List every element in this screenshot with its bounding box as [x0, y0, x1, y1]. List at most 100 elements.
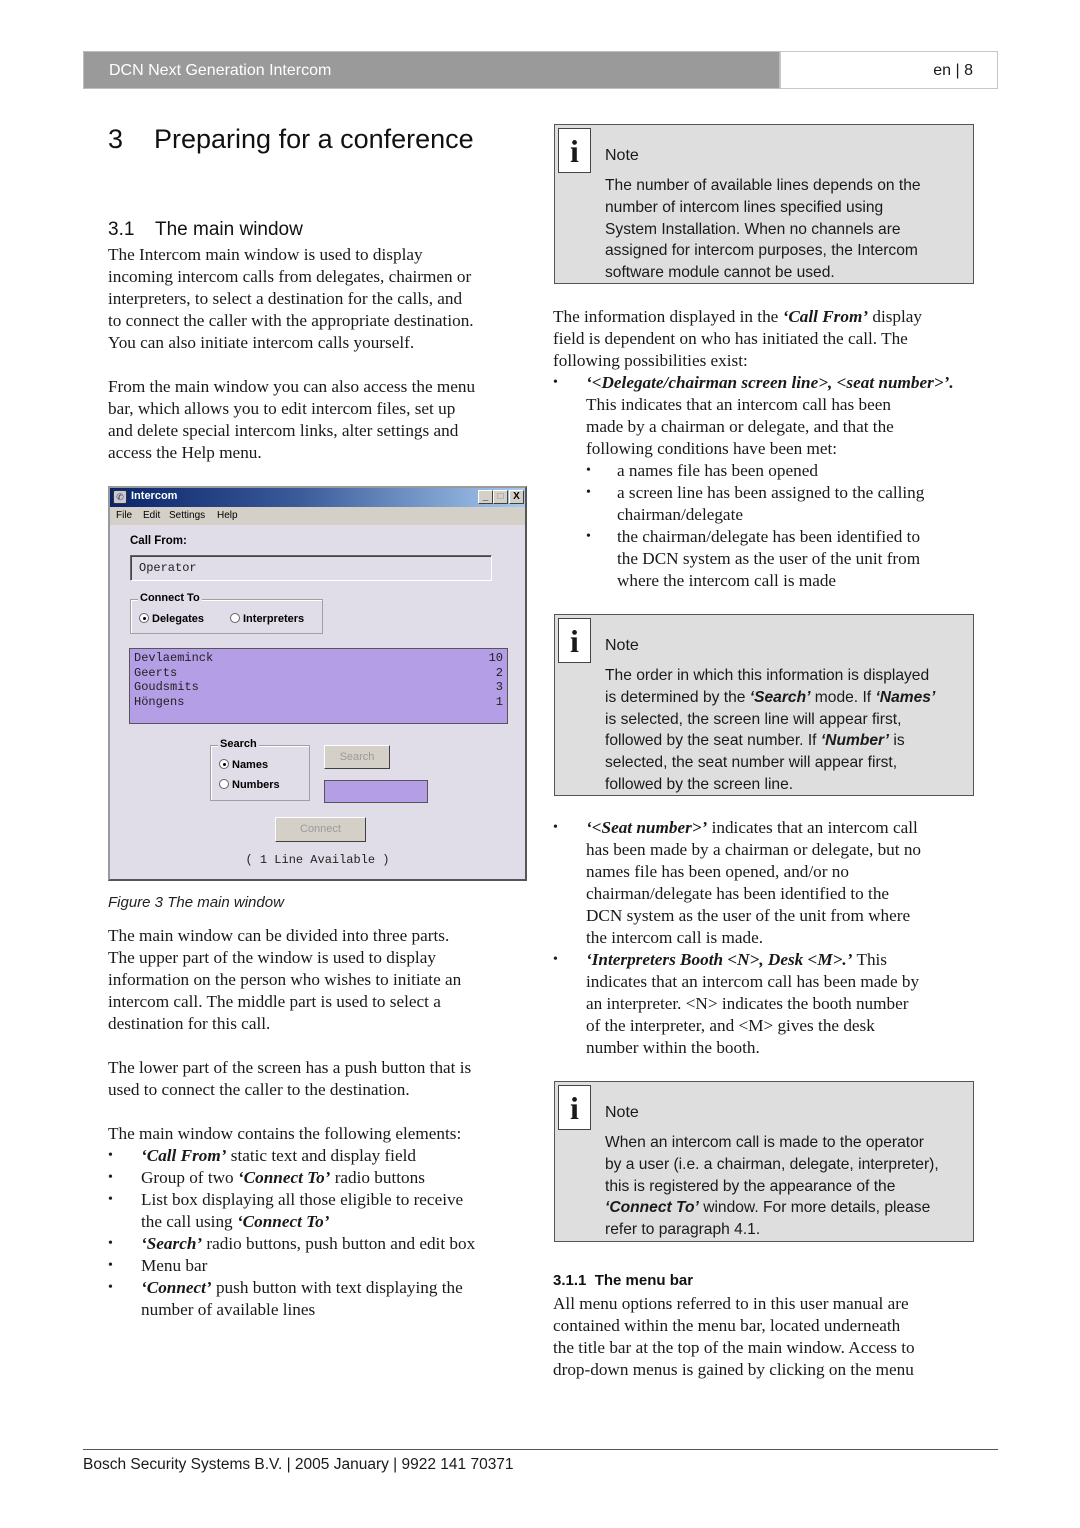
header-title-band: DCN Next Generation Intercom	[83, 51, 780, 89]
list-item-seat: 1	[495, 694, 503, 709]
intro-paragraph: The Intercom main window is used to disp…	[108, 244, 474, 354]
list-item: a names file has been opened	[586, 460, 954, 482]
text-line: made by a chairman or delegate, and that…	[586, 417, 894, 436]
note-title: Note	[605, 1104, 639, 1121]
text-line: From the main window you can also access…	[108, 377, 476, 396]
list-item: ‘Connect’ push button with text displayi…	[108, 1277, 475, 1321]
text-line: drop-down menus is gained by clicking on…	[553, 1360, 914, 1379]
list-item-seat: 10	[488, 651, 503, 665]
emphasis: ‘Connect’	[141, 1278, 212, 1297]
note-title: Note	[605, 637, 639, 654]
text-line: refer to paragraph 4.1.	[605, 1221, 761, 1239]
menu-bar-paragraph: All menu options referred to in this use…	[553, 1293, 915, 1381]
radio-numbers[interactable]: Numbers	[219, 779, 280, 791]
menu-file[interactable]: File	[116, 510, 132, 521]
text-line: the chairman/delegate has been identifie…	[617, 527, 921, 546]
note-box-lines: i Note The number of available lines dep…	[554, 124, 974, 284]
close-button[interactable]: X	[509, 490, 524, 504]
list-item: Menu bar	[108, 1255, 475, 1277]
window-titlebar[interactable]: ✆ Intercom _ □ X	[110, 488, 525, 507]
menu-edit[interactable]: Edit	[143, 510, 160, 521]
list-item: ‘Interpreters Booth <N>, Desk <M>.’ This…	[553, 949, 921, 1059]
text-line: number of available lines	[141, 1300, 316, 1319]
text-line: this is registered by the appearance of …	[605, 1177, 896, 1195]
text-line: following possibilities exist:	[553, 351, 748, 370]
text-line: names file has been opened, and/or no	[586, 862, 849, 881]
emphasis: ‘<Seat number>’	[586, 818, 708, 837]
note-box-operator: i Note When an intercom call is made to …	[554, 1081, 974, 1242]
emphasis: ‘Connect To’	[236, 1212, 330, 1231]
intercom-app-icon: ✆	[113, 490, 127, 504]
note-title: Note	[605, 147, 639, 164]
text-line: The main window can be divided into thre…	[108, 926, 450, 945]
note-body: The number of available lines depends on…	[605, 175, 921, 284]
radio-delegates[interactable]: Delegates	[139, 613, 204, 625]
text-line: The lower part of the screen has a push …	[108, 1058, 472, 1077]
emphasis: ‘Number’	[820, 732, 890, 750]
chapter-number: 3	[108, 124, 124, 154]
text-line: The upper part of the window is used to …	[108, 948, 436, 967]
list-item: ‘Search’ radio buttons, push button and …	[108, 1233, 475, 1255]
text-line: ‘Connect To’ window. For more details, p…	[605, 1199, 931, 1217]
text-line: ‘Interpreters Booth <N>, Desk <M>.’ This	[586, 950, 887, 969]
call-from-info-paragraph: The information displayed in the ‘Call F…	[553, 306, 922, 372]
menu-help[interactable]: Help	[217, 510, 238, 521]
text-line: ‘Call From’ static text and display fiel…	[141, 1146, 416, 1165]
list-item[interactable]: Devlaeminck 10	[134, 651, 503, 666]
text-line: the intercom call is made.	[586, 928, 764, 947]
text-line: to connect the caller with the appropria…	[108, 311, 474, 330]
elements-intro: The main window contains the following e…	[108, 1124, 462, 1143]
text-line: used to connect the caller to the destin…	[108, 1080, 410, 1099]
text-line: destination for this call.	[108, 1014, 271, 1033]
list-item: Group of two ‘Connect To’ radio buttons	[108, 1167, 475, 1189]
minimize-button[interactable]: _	[478, 490, 493, 504]
section-title: The main window	[155, 219, 303, 240]
connect-button[interactable]: Connect	[275, 817, 366, 842]
search-edit-box[interactable]	[324, 780, 428, 803]
note-body: The order in which this information is d…	[605, 665, 935, 796]
list-item: ‘Call From’ static text and display fiel…	[108, 1145, 475, 1167]
text-line: software module cannot be used.	[605, 264, 835, 282]
text-line: is selected, the screen line will appear…	[605, 710, 902, 728]
text-line: ‘<Seat number>’ indicates that an interc…	[586, 818, 918, 837]
list-item[interactable]: Höngens 1	[134, 695, 503, 710]
radio-names[interactable]: Names	[219, 759, 268, 771]
subsection-title: The menu bar	[594, 1272, 694, 1289]
emphasis: ‘Call From’	[141, 1146, 227, 1165]
text-line: the DCN system as the user of the unit f…	[617, 549, 921, 568]
search-button[interactable]: Search	[324, 745, 390, 769]
text-line: assigned for intercom purposes, the Inte…	[605, 242, 918, 260]
chapter-title: Preparing for a conference	[154, 124, 474, 154]
info-icon: i	[558, 618, 591, 663]
emphasis: ‘Names’	[875, 688, 936, 706]
menu-settings[interactable]: Settings	[169, 510, 205, 521]
text-line: is determined by the ‘Search’ mode. If ‘…	[605, 688, 936, 706]
list-item[interactable]: Geerts 2	[134, 666, 503, 681]
text-line: a names file has been opened	[617, 461, 818, 480]
text-line: System Installation. When no channels ar…	[605, 220, 901, 238]
radio-unselected-icon	[219, 779, 229, 789]
possibility-list-2: ‘<Seat number>’ indicates that an interc…	[553, 817, 921, 1059]
radio-interpreters[interactable]: Interpreters	[230, 613, 304, 625]
text-line: an interpreter. <N> indicates the booth …	[586, 994, 909, 1013]
text-line: When an intercom call is made to the ope…	[605, 1134, 924, 1151]
text-line: Group of two ‘Connect To’ radio buttons	[141, 1168, 425, 1187]
subsection-heading: 3.1.1 The menu bar	[553, 1272, 693, 1289]
text-line: The Intercom main window is used to disp…	[108, 245, 423, 264]
text-line: ‘Search’ radio buttons, push button and …	[141, 1234, 476, 1253]
possibility-list-1: ‘<Delegate/chairman screen line>, <seat …	[553, 372, 954, 592]
text-line: number of intercom lines specified using	[605, 198, 884, 216]
list-item[interactable]: Goudsmits 3	[134, 680, 503, 695]
note-box-order: i Note The order in which this informati…	[554, 614, 974, 796]
text-line: This indicates that an intercom call has…	[586, 395, 891, 414]
recipient-listbox[interactable]: Devlaeminck 10 Geerts 2 Goudsmits 3 Höngens 1	[129, 648, 508, 724]
list-item: ‘<Delegate/chairman screen line>, <seat …	[553, 372, 954, 592]
info-icon: i	[558, 128, 591, 173]
intercom-window-figure: ✆ Intercom _ □ X File Edit Settings Help…	[108, 486, 527, 881]
footer-rule	[83, 1449, 998, 1450]
window-title: Intercom	[131, 490, 178, 502]
maximize-button[interactable]: □	[493, 490, 508, 504]
text-line: field is dependent on who has initiated …	[553, 329, 908, 348]
menu-paragraph: From the main window you can also access…	[108, 376, 475, 464]
text-line: bar, which allows you to edit intercom f…	[108, 399, 456, 418]
